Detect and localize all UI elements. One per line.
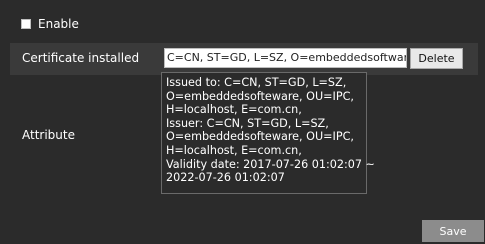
attribute-line: O=embeddedsofteware, OU=IPC, <box>166 89 354 103</box>
delete-button[interactable]: Delete <box>410 48 463 69</box>
attribute-line: 2022-07-26 01:02:07 <box>166 171 285 185</box>
save-button[interactable]: Save <box>422 220 484 242</box>
enable-option[interactable]: Enable <box>21 16 79 32</box>
certificate-panel: Enable Certificate installed C=CN, ST=GD… <box>4 4 484 242</box>
enable-checkbox[interactable] <box>21 19 31 29</box>
attribute-line: Validity date: 2017-07-26 01:02:07 ~ <box>166 157 375 171</box>
attribute-line: H=localhost, E=com.cn, <box>166 143 302 157</box>
attribute-line: H=localhost, E=com.cn, <box>166 103 302 117</box>
certificate-installed-label: Certificate installed <box>22 51 140 65</box>
attribute-line: Issuer: C=CN, ST=GD, L=SZ, <box>166 116 329 130</box>
attribute-label: Attribute <box>22 128 75 142</box>
attribute-line: Issued to: C=CN, ST=GD, L=SZ, <box>166 76 347 89</box>
enable-label: Enable <box>38 17 79 31</box>
attribute-line: O=embeddedsofteware, OU=IPC, <box>166 130 354 144</box>
attribute-box: Issued to: C=CN, ST=GD, L=SZ, O=embedded… <box>161 72 375 194</box>
certificate-field[interactable]: C=CN, ST=GD, L=SZ, O=embeddedsoftware <box>164 48 407 68</box>
certificate-installed-row: Certificate installed C=CN, ST=GD, L=SZ,… <box>10 43 478 75</box>
